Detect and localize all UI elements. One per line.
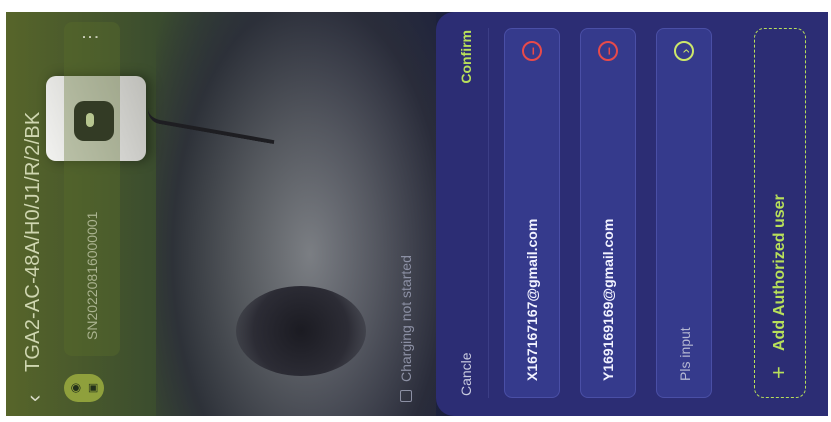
user-email: X167167167@gmail.com <box>524 218 540 381</box>
user-input-row: › <box>656 28 712 398</box>
wifi-icon: ◉ <box>68 382 82 394</box>
plus-icon: + <box>766 366 791 379</box>
serial-card: SN20220816000001 ⋮ <box>64 22 120 356</box>
remove-icon[interactable]: − <box>598 41 618 61</box>
confirm-button[interactable]: Confirm <box>458 30 474 84</box>
user-email: Y169169169@gmail.com <box>600 218 616 381</box>
status-chip: ◉ ▣ <box>64 374 104 402</box>
car-wheel <box>236 286 366 376</box>
more-icon[interactable]: ⋮ <box>78 27 102 46</box>
authorized-users-sheet: Cancle Confirm X167167167@gmail.com − Y1… <box>436 12 828 416</box>
chevron-left-icon[interactable]: ‹ <box>21 395 46 402</box>
cancel-button[interactable]: Cancle <box>458 352 474 396</box>
lock-icon: ▣ <box>87 382 99 394</box>
charging-status-text: Charging not started <box>398 255 414 382</box>
app-screen: ‹ TGA2-AC-48A/H0/J1/R/2/BK ◉ ▣ SN2022081… <box>6 12 828 416</box>
authorized-user-row: Y169169169@gmail.com − <box>580 28 636 398</box>
device-serial: SN20220816000001 <box>84 211 100 340</box>
device-header: ‹ TGA2-AC-48A/H0/J1/R/2/BK ◉ ▣ SN2022081… <box>6 12 146 416</box>
remove-icon[interactable]: − <box>522 41 542 61</box>
add-authorized-user-button[interactable]: + Add Authorized user <box>754 28 806 398</box>
device-model-title: TGA2-AC-48A/H0/J1/R/2/BK <box>22 111 44 372</box>
add-authorized-user-label: Add Authorized user <box>771 194 788 351</box>
authorized-user-row: X167167167@gmail.com − <box>504 28 560 398</box>
connection-status: ◉ ▣ <box>64 374 104 402</box>
divider <box>488 28 489 398</box>
sheet-header: Cancle Confirm <box>436 12 486 416</box>
user-email-input[interactable] <box>675 81 695 381</box>
hero-area: ‹ TGA2-AC-48A/H0/J1/R/2/BK ◉ ▣ SN2022081… <box>6 12 436 416</box>
charging-status: Charging not started <box>398 255 414 402</box>
plug-icon <box>400 390 412 402</box>
arrow-icon[interactable]: › <box>674 41 694 61</box>
